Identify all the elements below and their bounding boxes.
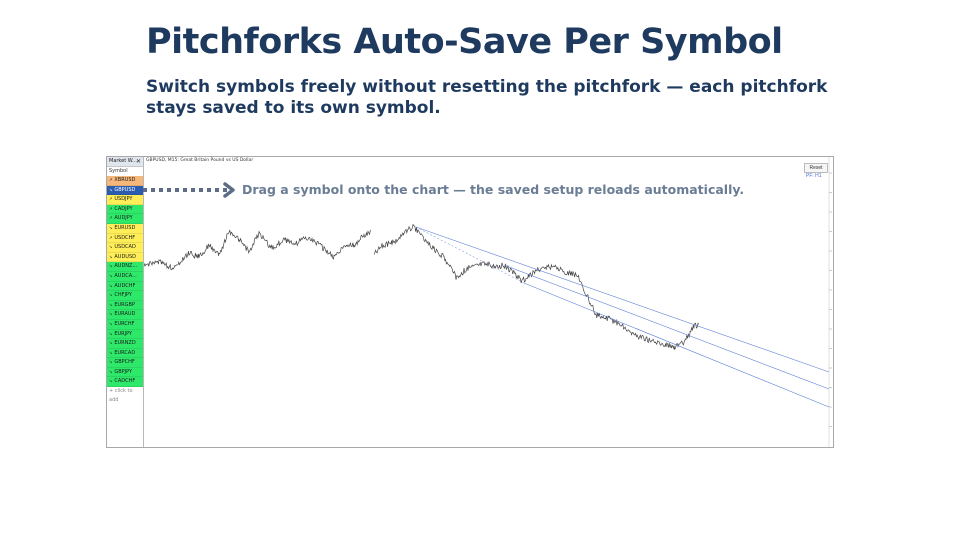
symbol-row-audca[interactable]: ↘ AUDCA... xyxy=(107,271,143,282)
symbol-name: EURJPY xyxy=(114,330,133,337)
drag-callout: Drag a symbol onto the chart — the saved… xyxy=(143,181,745,199)
arrow-down-icon: ↘ xyxy=(109,330,113,336)
arrow-up-icon: ↗ xyxy=(109,205,113,211)
arrow-down-icon: ↘ xyxy=(109,320,113,326)
symbol-row-gbpusd[interactable]: ↘ GBPUSD xyxy=(107,185,143,196)
symbol-name: GBPCHF xyxy=(114,359,135,366)
terminal-screenshot: Market W... ✕ Symbol ↗ XBRUSD ↘ GBPUSD ↗ USDJ… xyxy=(106,156,834,448)
symbol-row-eurjpy[interactable]: ↘ EURJPY xyxy=(107,329,143,340)
symbol-name: CADCHF xyxy=(114,378,136,385)
symbol-row-eurchf[interactable]: ↘ EURCHF xyxy=(107,319,143,330)
symbol-row-eurnzd[interactable]: ↘ EURNZD xyxy=(107,339,143,349)
arrow-down-icon: ↘ xyxy=(109,292,113,298)
symbol-row-eurusd[interactable]: ↘ EURUSD xyxy=(107,223,143,234)
market-watch-title: Market W... xyxy=(109,158,137,164)
arrow-down-icon: ↘ xyxy=(109,224,113,230)
close-icon[interactable]: ✕ xyxy=(136,157,141,166)
callout-text: Drag a symbol onto the chart — the saved… xyxy=(242,182,745,197)
arrow-down-icon: ↘ xyxy=(109,272,113,278)
arrow-down-icon: ↘ xyxy=(109,311,113,317)
symbol-name: AUDCHF xyxy=(114,282,136,289)
dotted-arrow-icon xyxy=(143,182,235,198)
symbol-name: XBRUSD xyxy=(114,177,136,183)
symbol-row-audusd[interactable]: ↘ AUDUSD xyxy=(107,252,143,263)
arrow-up-icon: ↗ xyxy=(109,177,113,182)
arrow-up-icon: ↗ xyxy=(109,196,113,202)
arrow-down-icon: ↘ xyxy=(109,253,113,259)
symbol-name: CHFJPY xyxy=(114,292,132,299)
arrow-down-icon: ↘ xyxy=(109,186,113,192)
market-watch-panel: Market W... ✕ Symbol ↗ XBRUSD ↘ GBPUSD ↗ USDJ… xyxy=(107,157,144,447)
symbol-list: ↗ XBRUSD ↘ GBPUSD ↗ USDJPY ↗ CADJPY ↗ AUDJPY ↘ EURU… xyxy=(107,176,143,388)
symbol-row-gbpchf[interactable]: ↘ GBPCHF xyxy=(107,358,143,368)
symbol-name: USDCAD xyxy=(114,244,136,251)
arrow-down-icon: ↘ xyxy=(109,368,113,374)
symbol-row-audchf[interactable]: ↘ AUDCHF xyxy=(107,281,143,292)
symbol-row-audnz[interactable]: ↘ AUDNZ... xyxy=(107,262,143,272)
slide-subtitle: Switch symbols freely without resetting … xyxy=(146,77,828,118)
reset-button[interactable]: Reset xyxy=(804,163,828,173)
symbol-name: GBPJPY xyxy=(114,368,133,375)
slide-title: Pitchforks Auto-Save Per Symbol xyxy=(146,22,783,62)
arrow-up-icon: ↗ xyxy=(109,215,113,221)
symbol-row-chfjpy[interactable]: ↘ CHFJPY xyxy=(107,291,143,301)
price-chart[interactable]: GBPUSD, M15: Great Britain Pound vs US D… xyxy=(144,157,833,447)
arrow-down-icon: ↘ xyxy=(109,349,113,355)
arrow-down-icon: ↘ xyxy=(109,301,113,307)
symbol-name: CADJPY xyxy=(114,205,133,212)
symbol-row-cadchf[interactable]: ↘ CADCHF xyxy=(107,377,143,388)
arrow-down-icon: ↘ xyxy=(109,340,113,346)
symbol-row-usdchf[interactable]: ↗ USDCHF xyxy=(107,233,143,244)
symbol-column-header[interactable]: Symbol xyxy=(107,167,143,176)
arrow-down-icon: ↘ xyxy=(109,359,113,365)
symbol-name: EURGBP xyxy=(114,301,135,308)
symbol-name: AUDCA... xyxy=(114,272,137,279)
chart-canvas[interactable]: 1.379201.373801.368401.363001.357601.352… xyxy=(144,157,833,447)
symbol-row-gbpjpy[interactable]: ↘ GBPJPY xyxy=(107,367,143,378)
symbol-name: AUDNZ... xyxy=(114,263,138,270)
symbol-name: EURNZD xyxy=(114,340,136,347)
symbol-name: EURUSD xyxy=(114,224,136,231)
pitchfork-lower-line[interactable] xyxy=(523,282,830,408)
arrow-down-icon: ↘ xyxy=(109,244,113,250)
symbol-name: EURCAD xyxy=(114,349,136,356)
symbol-row-usdcad[interactable]: ↘ USDCAD xyxy=(107,243,143,253)
symbol-row-euraud[interactable]: ↘ EURAUD xyxy=(107,310,143,320)
symbol-name: USDCHF xyxy=(114,234,136,241)
symbol-name: EURAUD xyxy=(114,311,136,318)
symbol-row-xbrusd[interactable]: ↗ XBRUSD xyxy=(107,176,143,186)
symbol-row-eurgbp[interactable]: ↘ EURGBP xyxy=(107,300,143,311)
symbol-name: EURCHF xyxy=(114,320,135,327)
arrow-down-icon: ↘ xyxy=(109,263,113,269)
add-symbol-hint[interactable]: + click to add xyxy=(107,387,143,405)
symbol-row-audjpy[interactable]: ↗ AUDJPY xyxy=(107,214,143,224)
price-series xyxy=(144,223,700,351)
symbol-name: AUDJPY xyxy=(114,215,133,222)
arrow-up-icon: ↗ xyxy=(109,234,113,240)
symbol-name: USDJPY xyxy=(114,196,133,203)
symbol-row-eurcad[interactable]: ↘ EURCAD xyxy=(107,348,143,359)
symbol-row-usdjpy[interactable]: ↗ USDJPY xyxy=(107,195,143,205)
symbol-name: GBPUSD xyxy=(114,186,136,193)
symbol-row-cadjpy[interactable]: ↗ CADJPY xyxy=(107,204,143,215)
pitchfork-median-line[interactable] xyxy=(503,264,830,390)
pitchfork-handle[interactable] xyxy=(415,226,525,284)
market-watch-titlebar: Market W... ✕ xyxy=(107,157,143,167)
arrow-down-icon: ↘ xyxy=(109,282,113,288)
symbol-name: AUDUSD xyxy=(114,253,136,260)
arrow-down-icon: ↘ xyxy=(109,378,113,384)
pitchfork-upper-line[interactable] xyxy=(415,226,830,373)
pitchfork-timeframe-label: PF: H1 xyxy=(806,173,822,179)
